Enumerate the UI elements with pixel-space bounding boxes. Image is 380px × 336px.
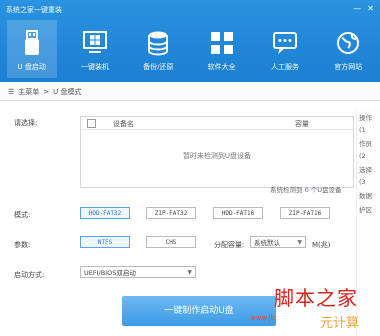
nav-label: U 盘启动 [17, 63, 46, 71]
param-option-ntfs[interactable]: NTFS [80, 236, 130, 248]
mode-label: 模式: [14, 211, 31, 219]
mode-option-hdd-fat16[interactable]: HDD-FAT16 [213, 207, 263, 219]
chevron-down-icon: ▼ [297, 239, 302, 246]
main-nav: U 盘启动 一键装机 备份/还原 软件大全 人工服务 官方网站 [0, 20, 380, 80]
boot-mode-value: UEFI/BIOS双启动 [84, 269, 136, 277]
mode-option-zip-fat32[interactable]: ZIP-FAT32 [146, 207, 196, 219]
help-line: (3 [359, 178, 366, 186]
title-bar: 系统之家一键重装 — ✕ U 盘启动 一键装机 备份/还原 软件大全 人工服务 … [0, 0, 380, 82]
database-icon [143, 28, 173, 58]
help-line: 作员 [359, 140, 372, 148]
window-controls: — ✕ [353, 4, 374, 13]
apps-grid-icon [207, 28, 237, 58]
nav-label: 一键装机 [80, 63, 109, 71]
empty-device-message: 暂时未检测到U盘设备 [182, 152, 252, 160]
breadcrumb-home[interactable]: 主菜单 [18, 87, 39, 97]
chevron-down-icon: ▼ [187, 269, 192, 276]
device-status: 系统检测到 0 个U盘设备 [270, 186, 342, 194]
minimize-button[interactable]: — [353, 4, 361, 13]
mode-option-hdd-fat32[interactable]: HDD-FAT32 [80, 207, 130, 219]
device-list[interactable]: 设备名 容量 暂时未检测到U盘设备 [80, 116, 354, 188]
column-device-name: 设备名 [113, 120, 134, 128]
partition-size-value: 系统默认 [254, 239, 280, 247]
breadcrumb-current: U 盘模式 [53, 88, 82, 96]
globe-icon [333, 28, 363, 58]
help-title: 操作 [359, 114, 372, 122]
nav-label: 官方网站 [334, 63, 363, 71]
select-all-checkbox[interactable] [87, 119, 96, 128]
nav-label: 软件大全 [207, 63, 236, 71]
partition-size-select[interactable]: 系统默认 ▼ [250, 236, 306, 248]
nav-software[interactable]: 软件大全 [197, 20, 247, 78]
site-watermark: 脚本之家 www.jb 元计算 [230, 278, 380, 336]
boot-mode-select[interactable]: UEFI/BIOS双启动 ▼ [80, 266, 196, 278]
nav-one-click-install[interactable]: 一键装机 [70, 20, 120, 78]
windows-logo-icon [80, 28, 110, 58]
usb-drive-icon [17, 28, 47, 58]
device-label: 请选择: [14, 119, 38, 127]
list-icon: ☰ [8, 88, 15, 96]
watermark-sub: 元计算 [320, 316, 360, 331]
partition-label: 分配容量: [214, 241, 245, 249]
boot-label: 启动方式: [14, 271, 45, 279]
nav-backup-restore[interactable]: 备份/还原 [133, 20, 183, 78]
app-title: 系统之家一键重装 [6, 6, 62, 14]
help-line: (1 [359, 126, 366, 134]
watermark-url: www.jb [250, 314, 276, 322]
mode-option-zip-fat16[interactable]: ZIP-FAT16 [280, 207, 330, 219]
watermark-title: 脚本之家 [274, 286, 358, 310]
nav-support[interactable]: 人工服务 [260, 20, 310, 78]
breadcrumb: ☰ 主菜单 > U 盘模式 [0, 84, 380, 101]
nav-official-site[interactable]: 官方网站 [323, 20, 373, 78]
nav-label: 人工服务 [270, 63, 299, 71]
breadcrumb-separator: > [43, 88, 50, 96]
close-button[interactable]: ✕ [367, 4, 374, 13]
param-option-chs[interactable]: CHS [146, 236, 196, 248]
help-line: 护区 [359, 206, 372, 214]
partition-unit: M(兆) [312, 241, 331, 249]
help-line: 数据 [359, 192, 372, 200]
nav-usb-boot[interactable]: U 盘启动 [6, 20, 57, 78]
chat-bubble-icon [270, 28, 300, 58]
help-line: 选择 [359, 166, 372, 174]
nav-label: 备份/还原 [143, 63, 174, 71]
column-capacity: 容量 [295, 120, 309, 128]
device-list-header: 设备名 容量 [81, 117, 353, 130]
params-label: 参数: [14, 241, 31, 249]
help-line: (2 [359, 152, 366, 160]
